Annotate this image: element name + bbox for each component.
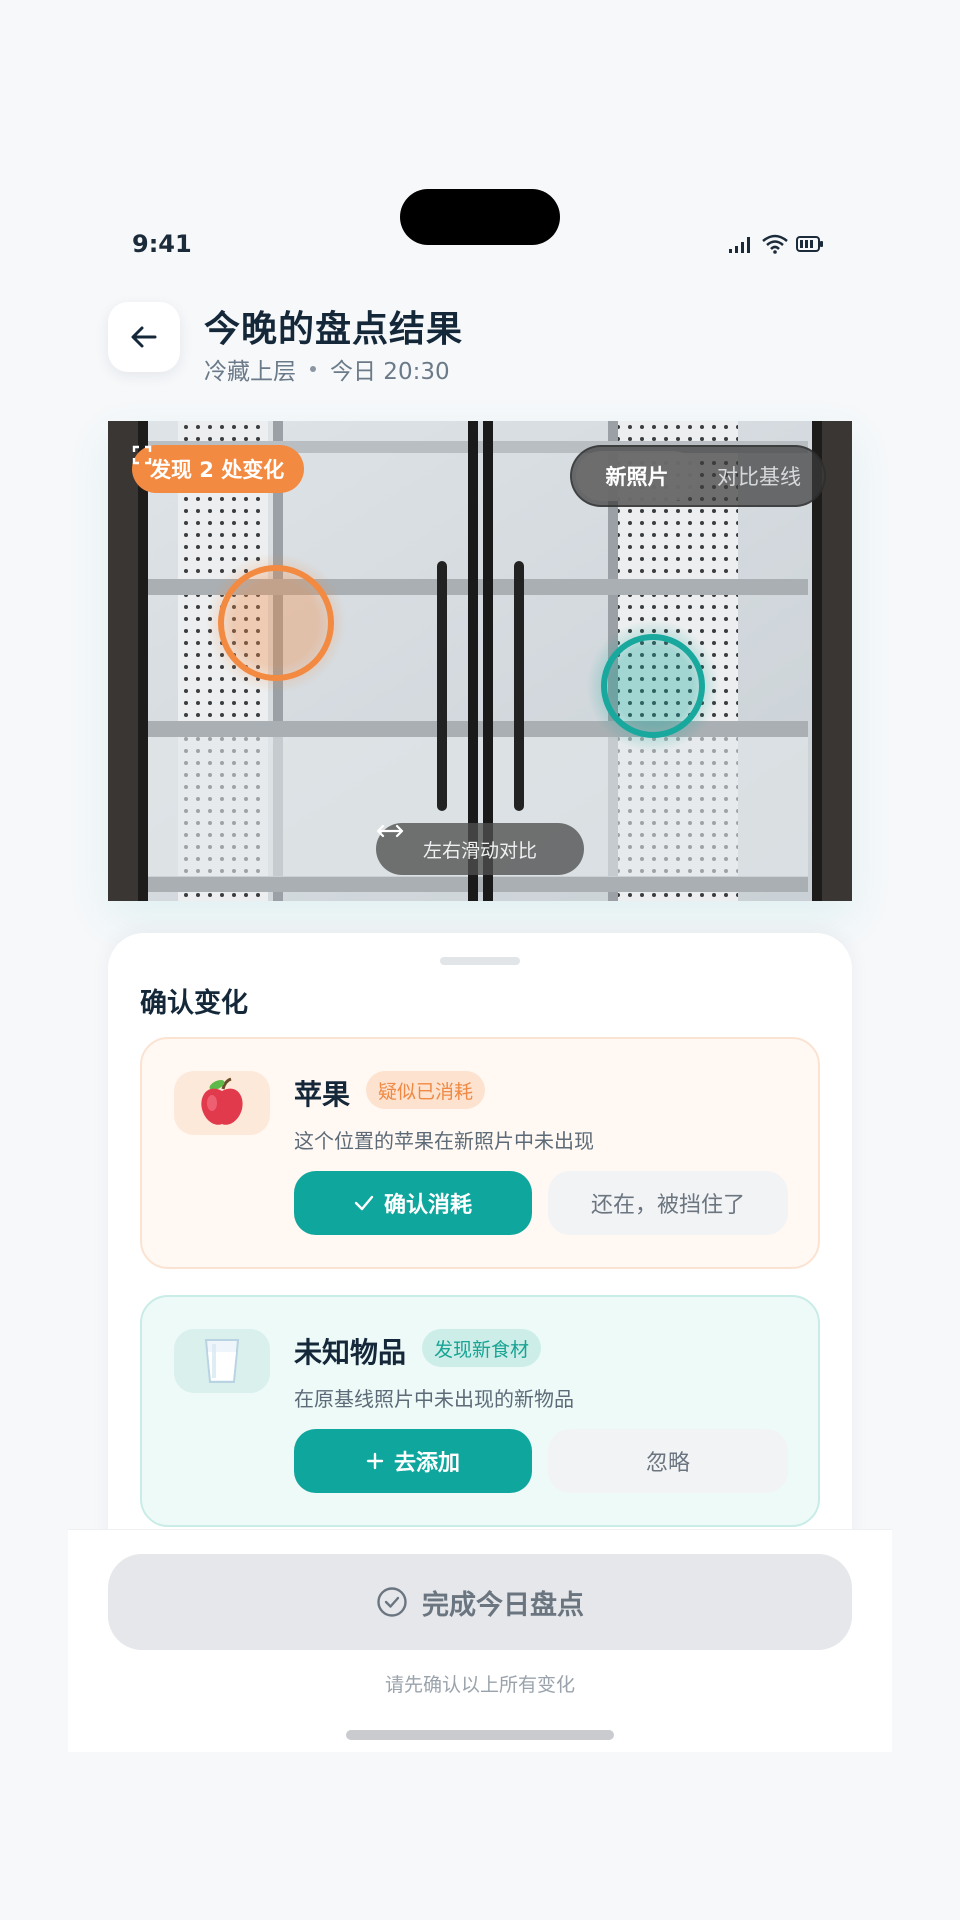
footer-hint: 请先确认以上所有变化 <box>384 1674 575 1696</box>
add-item-label: 去添加 <box>393 1451 460 1476</box>
status-time: 9:41 <box>132 230 192 258</box>
toggle-baseline[interactable]: 对比基线 <box>698 451 820 501</box>
confirm-consumed-button[interactable]: 确认消耗 <box>294 1171 532 1235</box>
finish-inventory-button[interactable]: 完成今日盘点 <box>108 1554 852 1650</box>
section-title: 确认变化 <box>140 988 248 1019</box>
status-icons <box>728 234 824 254</box>
toggle-new-photo[interactable]: 新照片 <box>576 451 698 501</box>
slide-compare-hint[interactable]: 左右滑动对比 <box>376 823 584 875</box>
confirm-sheet: 确认变化 苹果 疑似已消耗 这个位置的苹果在新照片中未出现 确认消耗 还在，被挡… <box>108 933 852 1573</box>
change-card-apple: 苹果 疑似已消耗 这个位置的苹果在新照片中未出现 确认消耗 还在，被挡住了 <box>140 1037 820 1269</box>
item-name: 未知物品 <box>294 1336 407 1369</box>
arrow-left-icon <box>131 326 157 348</box>
footer: 完成今日盘点 请先确认以上所有变化 <box>68 1529 892 1752</box>
change-count-text: 发现 2 处变化 <box>150 458 285 482</box>
item-description: 这个位置的苹果在新照片中未出现 <box>294 1129 594 1153</box>
subtitle: 冷藏上层 今日 20:30 <box>204 352 450 386</box>
check-circle-icon <box>377 1587 407 1617</box>
wifi-icon <box>762 234 788 254</box>
change-card-unknown: 未知物品 发现新食材 在原基线照片中未出现的新物品 去添加 忽略 <box>140 1295 820 1527</box>
change-count-badge: 发现 2 处变化 <box>132 445 305 493</box>
ignore-button[interactable]: 忽略 <box>548 1429 788 1493</box>
slide-hint-text: 左右滑动对比 <box>422 839 537 862</box>
confirm-consumed-label: 确认消耗 <box>383 1193 472 1218</box>
status-badge: 发现新食材 <box>422 1329 542 1367</box>
scan-icon <box>132 445 152 465</box>
unknown-thumbnail <box>174 1329 270 1393</box>
location-label: 冷藏上层 <box>204 359 296 385</box>
photo-view-toggle[interactable]: 新照片 对比基线 <box>570 445 826 507</box>
check-icon <box>354 1195 374 1211</box>
separator-dot <box>310 366 316 372</box>
plus-icon <box>366 1452 384 1470</box>
time-label: 今日 20:30 <box>330 359 450 385</box>
page-title: 今晚的盘点结果 <box>204 309 464 350</box>
item-description: 在原基线照片中未出现的新物品 <box>294 1387 574 1411</box>
apple-icon <box>201 1077 243 1125</box>
fridge-photo[interactable]: 发现 2 处变化 新照片 对比基线 左右滑动对比 <box>108 421 852 901</box>
sheet-grabber[interactable] <box>440 957 520 965</box>
back-button[interactable] <box>108 302 180 372</box>
still-there-button[interactable]: 还在，被挡住了 <box>548 1171 788 1235</box>
dynamic-island <box>400 189 560 245</box>
milk-glass-icon <box>204 1339 240 1383</box>
signal-icon <box>729 237 750 253</box>
item-name: 苹果 <box>294 1078 351 1111</box>
apple-thumbnail <box>174 1071 270 1135</box>
swap-horizontal-icon <box>376 824 404 838</box>
add-item-button[interactable]: 去添加 <box>294 1429 532 1493</box>
status-badge: 疑似已消耗 <box>366 1071 486 1109</box>
home-indicator <box>346 1730 614 1740</box>
battery-icon <box>796 236 823 252</box>
finish-inventory-label: 完成今日盘点 <box>422 1589 584 1621</box>
